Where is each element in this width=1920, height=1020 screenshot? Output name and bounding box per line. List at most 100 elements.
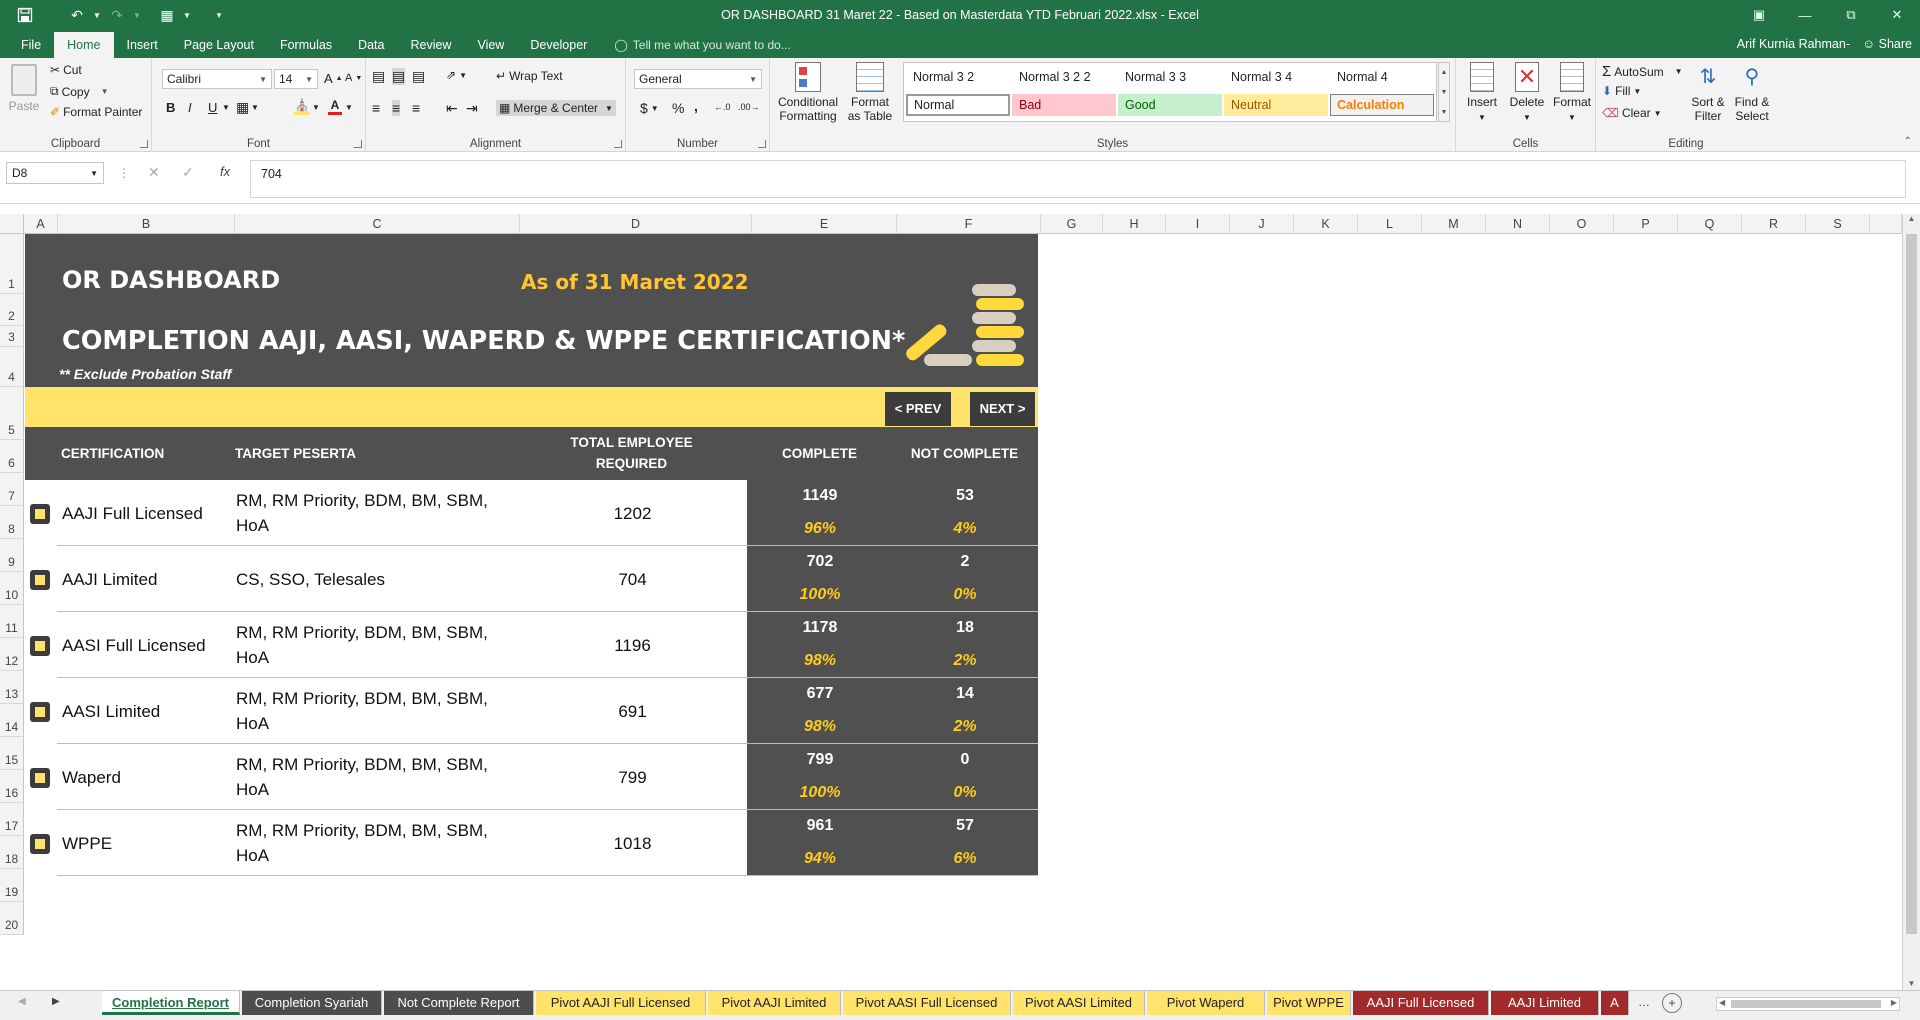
tell-me-box[interactable]: ◯ Tell me what you want to do...: [600, 32, 791, 58]
row-header[interactable]: 10: [0, 572, 24, 605]
increase-decimal-icon[interactable]: ←.0: [714, 102, 731, 112]
wrap-text-button[interactable]: ↵ Wrap Text: [496, 69, 563, 83]
orientation-icon[interactable]: ⇗ ▼: [446, 68, 467, 82]
style-normal-4[interactable]: Normal 4: [1330, 66, 1434, 88]
more-tabs-icon[interactable]: …: [1638, 995, 1650, 1009]
sheet-tab[interactable]: Pivot AAJI Full Licensed: [536, 991, 706, 1015]
vertical-scrollbar[interactable]: ▲ ▼: [1902, 214, 1920, 990]
row-header[interactable]: 14: [0, 704, 24, 737]
italic-icon[interactable]: I: [188, 100, 192, 115]
column-header[interactable]: A: [24, 214, 58, 234]
column-header[interactable]: S: [1806, 214, 1870, 234]
style-neutral[interactable]: Neutral: [1224, 94, 1328, 116]
sheet-tab[interactable]: Completion Syariah: [242, 991, 382, 1015]
number-format-dropdown[interactable]: General ▼: [634, 69, 762, 89]
tab-formulas[interactable]: Formulas: [267, 32, 345, 58]
grow-font-icon[interactable]: A ▲: [324, 71, 343, 86]
user-name[interactable]: Arif Kurnia Rahman-: [1737, 30, 1850, 58]
autosum-button[interactable]: Σ AutoSum ▼: [1602, 63, 1683, 80]
function-icon[interactable]: fx: [220, 164, 230, 179]
align-middle-icon[interactable]: ▤: [392, 68, 406, 85]
alignment-launcher-icon[interactable]: [614, 140, 622, 148]
sheet-tab[interactable]: Pivot AASI Full Licensed: [843, 991, 1011, 1015]
sort-filter-button[interactable]: ⇅ Sort & Filter: [1688, 62, 1728, 123]
column-header[interactable]: P: [1614, 214, 1678, 234]
ribbon-display-icon[interactable]: ▣: [1736, 0, 1782, 30]
row-header[interactable]: 15: [0, 737, 24, 770]
column-header[interactable]: B: [58, 214, 235, 234]
row-header[interactable]: 4: [0, 347, 24, 387]
style-good[interactable]: Good: [1118, 94, 1222, 116]
form-dropdown-icon[interactable]: ▼: [182, 0, 192, 30]
hscroll-thumb[interactable]: [1731, 1000, 1881, 1008]
total-required[interactable]: 1018: [560, 831, 705, 856]
column-header[interactable]: H: [1103, 214, 1166, 234]
gallery-scroll[interactable]: ▲ ▼ ▼: [1438, 62, 1450, 122]
formula-input[interactable]: 704: [250, 160, 1906, 198]
column-header[interactable]: Q: [1678, 214, 1742, 234]
row-header[interactable]: 20: [0, 902, 24, 935]
row-header[interactable]: 12: [0, 638, 24, 671]
column-header[interactable]: K: [1294, 214, 1358, 234]
sheet-tab[interactable]: Pivot AASI Limited: [1013, 991, 1145, 1015]
number-launcher-icon[interactable]: [758, 140, 766, 148]
sheet-tab[interactable]: Pivot Waperd: [1147, 991, 1265, 1015]
font-color-icon[interactable]: A: [328, 98, 342, 115]
row-header[interactable]: 3: [0, 326, 24, 347]
sheet-tab[interactable]: A: [1601, 991, 1629, 1015]
minimize-icon[interactable]: —: [1782, 0, 1828, 30]
copy-button[interactable]: ⧉ Copy ▼: [50, 84, 109, 99]
delete-cells-button[interactable]: ✕ Delete ▼: [1506, 62, 1548, 125]
row-header[interactable]: 7: [0, 473, 24, 506]
sheet-tab[interactable]: AAJI Limited: [1491, 991, 1599, 1015]
shrink-font-icon[interactable]: A ▼: [345, 72, 362, 84]
column-header[interactable]: E: [752, 214, 897, 234]
horizontal-scrollbar[interactable]: ◀ ▶: [1716, 997, 1900, 1011]
column-header[interactable]: R: [1742, 214, 1806, 234]
scroll-left-icon[interactable]: ◀: [1719, 998, 1725, 1007]
fill-color-dropdown-icon[interactable]: ▼: [312, 103, 320, 112]
align-right-icon[interactable]: ≡: [412, 100, 420, 116]
restore-icon[interactable]: ⧉: [1828, 0, 1874, 30]
cut-button[interactable]: ✂ Cut: [50, 63, 82, 77]
align-top-icon[interactable]: ▤: [372, 68, 385, 85]
row-header[interactable]: 18: [0, 836, 24, 869]
enter-icon[interactable]: ✓: [182, 164, 194, 181]
increase-indent-icon[interactable]: ⇥: [466, 100, 478, 117]
row-header[interactable]: 13: [0, 671, 24, 704]
merge-dropdown-icon[interactable]: ▼: [605, 104, 613, 113]
scroll-down-icon[interactable]: ▼: [1903, 979, 1920, 988]
row-header[interactable]: 11: [0, 605, 24, 638]
align-center-icon[interactable]: ≡: [392, 100, 401, 116]
percent-icon[interactable]: %: [672, 100, 684, 116]
total-required[interactable]: 1202: [560, 501, 705, 526]
total-required[interactable]: 704: [560, 567, 705, 592]
column-header[interactable]: D: [520, 214, 752, 234]
format-painter-button[interactable]: ✐ Format Painter: [50, 105, 142, 119]
comma-icon[interactable]: ,: [694, 98, 698, 114]
insert-cells-button[interactable]: Insert ▼: [1462, 62, 1502, 125]
row-header[interactable]: 17: [0, 803, 24, 836]
sheet-tab[interactable]: Pivot AAJI Limited: [708, 991, 841, 1015]
style-normal[interactable]: Normal: [906, 94, 1010, 116]
row-header[interactable]: 8: [0, 506, 24, 539]
row-header[interactable]: 9: [0, 539, 24, 572]
tab-review[interactable]: Review: [397, 32, 464, 58]
tab-scroll-left-icon[interactable]: ◀: [18, 996, 26, 1007]
sheet-tab[interactable]: AAJI Full Licensed: [1353, 991, 1489, 1015]
style-normal-3-4[interactable]: Normal 3 4: [1224, 66, 1328, 88]
column-header[interactable]: L: [1358, 214, 1422, 234]
style-bad[interactable]: Bad: [1012, 94, 1116, 116]
style-calculation[interactable]: Calculation: [1330, 94, 1434, 116]
clear-button[interactable]: ⌫ Clear ▼: [1602, 106, 1662, 120]
sheet-tab[interactable]: Completion Report: [102, 991, 240, 1015]
column-header[interactable]: G: [1041, 214, 1103, 234]
find-select-button[interactable]: ⚲ Find & Select: [1730, 62, 1774, 123]
row-header[interactable]: 2: [0, 294, 24, 326]
tab-scroll-right-icon[interactable]: ▶: [52, 996, 60, 1007]
customize-qat-icon[interactable]: ▾: [204, 0, 234, 30]
fill-button[interactable]: ⬇ Fill ▼: [1602, 84, 1641, 98]
column-header[interactable]: F: [897, 214, 1041, 234]
fill-color-icon[interactable]: ⛪: [294, 98, 310, 115]
borders-icon[interactable]: ▦: [236, 99, 249, 116]
